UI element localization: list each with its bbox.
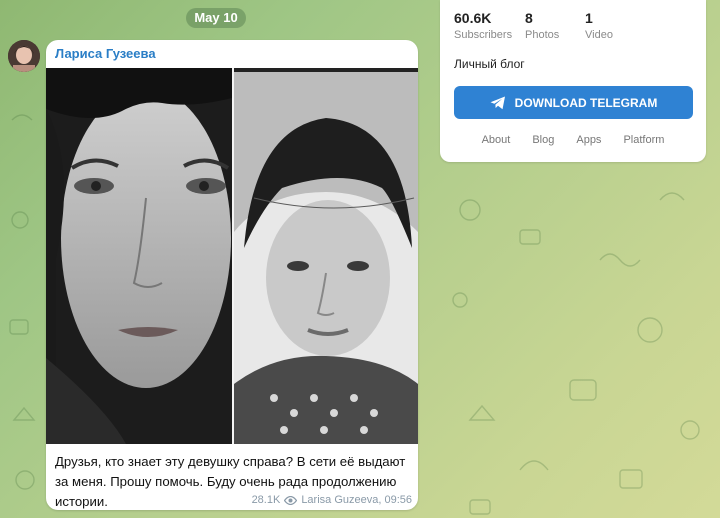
footer-links: About Blog Apps Platform	[440, 134, 706, 146]
stat-value: 8	[525, 10, 533, 26]
views-count: 28.1K	[251, 494, 281, 506]
stat-subscribers: 60.6K Subscribers	[454, 10, 512, 41]
eye-icon	[284, 495, 298, 505]
channel-info-card: 60.6K Subscribers 8 Photos 1 Video Личны…	[440, 0, 706, 162]
stat-label: Photos	[525, 29, 560, 41]
photo-right-portrait	[234, 68, 418, 444]
photo-left-portrait	[46, 68, 232, 444]
author-avatar[interactable]	[8, 40, 40, 72]
download-telegram-label: DOWNLOAD TELEGRAM	[514, 95, 658, 110]
link-about[interactable]: About	[482, 134, 511, 146]
message-bubble: Лариса Гузеева Друзья, кто знает эту дев…	[46, 40, 418, 510]
stat-photos: 8 Photos	[525, 10, 559, 41]
stat-value: 1	[585, 10, 593, 26]
stat-label: Video	[585, 29, 613, 41]
stat-label: Subscribers	[454, 29, 513, 41]
telegram-icon	[490, 96, 505, 109]
message-meta: 28.1K Larisa Guzeeva, 09:56	[252, 494, 412, 506]
message-photo[interactable]	[46, 68, 418, 444]
stat-value: 60.6K	[454, 10, 492, 26]
link-apps[interactable]: Apps	[576, 134, 601, 146]
download-telegram-button[interactable]: DOWNLOAD TELEGRAM	[454, 86, 693, 119]
link-platform[interactable]: Platform	[623, 134, 664, 146]
stat-video: 1 Video	[585, 10, 613, 41]
channel-description: Личный блог	[454, 57, 525, 71]
message-author[interactable]: Лариса Гузеева	[55, 46, 156, 61]
link-blog[interactable]: Blog	[532, 134, 554, 146]
date-pill: May 10	[186, 8, 246, 28]
message-signature: Larisa Guzeeva, 09:56	[301, 494, 412, 506]
